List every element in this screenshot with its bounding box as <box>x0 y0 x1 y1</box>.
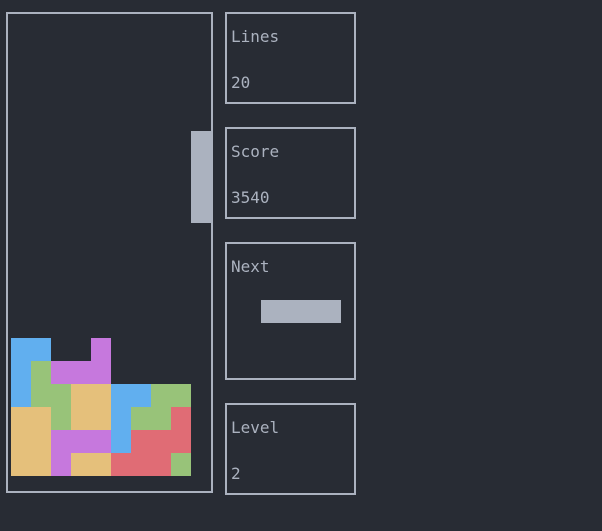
locked-block <box>11 453 31 476</box>
next-piece-block <box>281 300 301 323</box>
locked-block <box>131 453 151 476</box>
score-value: 3540 <box>231 188 270 207</box>
locked-block <box>71 407 91 430</box>
locked-block <box>51 430 71 453</box>
locked-block <box>91 338 111 361</box>
locked-block <box>151 453 171 476</box>
locked-block <box>151 384 171 407</box>
locked-block <box>71 361 91 384</box>
locked-block <box>11 430 31 453</box>
locked-block <box>91 430 111 453</box>
locked-block <box>51 361 71 384</box>
next-piece-block <box>301 300 321 323</box>
level-value: 2 <box>231 464 241 483</box>
lines-value: 20 <box>231 73 251 92</box>
locked-block <box>31 453 51 476</box>
next-label: Next <box>231 257 270 276</box>
locked-block <box>91 453 111 476</box>
locked-block <box>11 361 31 384</box>
locked-block <box>11 384 31 407</box>
locked-block <box>51 453 71 476</box>
locked-block <box>71 430 91 453</box>
locked-block <box>131 407 151 430</box>
active-piece-block <box>191 154 211 177</box>
score-label: Score <box>231 142 280 161</box>
locked-block <box>31 361 51 384</box>
locked-block <box>91 407 111 430</box>
locked-block <box>111 453 131 476</box>
locked-block <box>151 407 171 430</box>
locked-block <box>11 338 31 361</box>
locked-block <box>31 384 51 407</box>
next-piece-block <box>261 300 281 323</box>
locked-block <box>111 407 131 430</box>
locked-block <box>171 384 191 407</box>
locked-block <box>131 384 151 407</box>
active-piece-block <box>191 177 211 200</box>
locked-block <box>91 384 111 407</box>
score-panel: Score 3540 <box>225 127 356 219</box>
locked-block <box>31 407 51 430</box>
locked-block <box>151 430 171 453</box>
locked-block <box>171 407 191 430</box>
active-piece-block <box>191 131 211 154</box>
locked-block <box>71 453 91 476</box>
locked-block <box>71 384 91 407</box>
lines-label: Lines <box>231 27 280 46</box>
locked-block <box>91 361 111 384</box>
next-piece-panel: Next <box>225 242 356 380</box>
locked-block <box>111 430 131 453</box>
locked-block <box>131 430 151 453</box>
locked-block <box>11 407 31 430</box>
locked-block <box>31 430 51 453</box>
locked-block <box>111 384 131 407</box>
locked-block <box>171 453 191 476</box>
active-piece-block <box>191 200 211 223</box>
game-board[interactable] <box>6 12 213 493</box>
locked-block <box>51 407 71 430</box>
level-panel: Level 2 <box>225 403 356 495</box>
locked-block <box>51 384 71 407</box>
level-label: Level <box>231 418 280 437</box>
locked-block <box>31 338 51 361</box>
lines-panel: Lines 20 <box>225 12 356 104</box>
locked-block <box>171 430 191 453</box>
next-piece-block <box>321 300 341 323</box>
